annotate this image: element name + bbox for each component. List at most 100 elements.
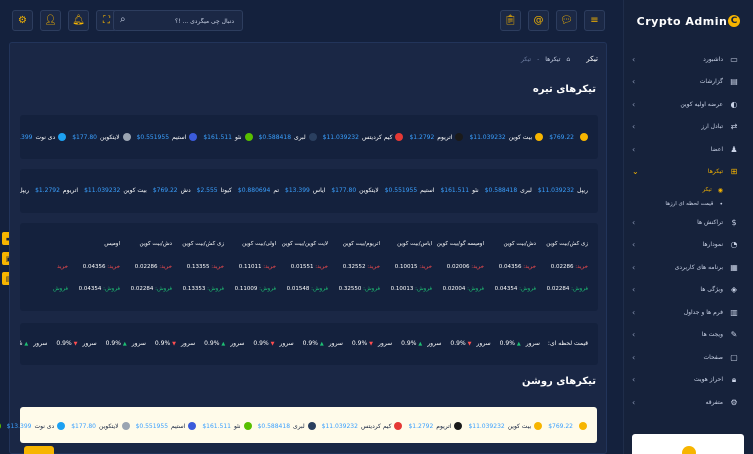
server-ticker-item[interactable]: سرور ▲0.9%	[497, 340, 540, 347]
ticker-item[interactable]: میت	[0, 422, 1, 430]
clipboard-button[interactable]: 📋︎	[500, 10, 521, 31]
ticker-item[interactable]: ریپل$11.039232	[20, 187, 29, 194]
ticker-item[interactable]: کیم کردیتس $11.039232	[323, 133, 404, 141]
ticker-coin-name: اتریوم	[436, 422, 452, 430]
ticker-icon: ⊞	[730, 167, 738, 177]
chevron-icon: ‹	[632, 144, 636, 154]
sidebar-item[interactable]: ‹ ویژگی ها ◈	[624, 279, 753, 302]
ticker-coin-name: استیم	[420, 187, 435, 194]
ticker-item[interactable]: ایاس $13.399	[285, 187, 325, 194]
chevron-icon: ‹	[632, 99, 636, 109]
ticker-item[interactable]: بیت کوین $11.039232	[84, 187, 147, 194]
ticker-item[interactable]: بیت کوین $11.039232	[468, 422, 543, 430]
pair-sell-cell: فروش: 0.32550	[328, 286, 380, 292]
ticker-item[interactable]: دش $769.22	[153, 187, 191, 194]
server-ticker-item[interactable]: سرور ▲0.9%	[103, 340, 146, 347]
brand-logo[interactable]: Crypto Admin C	[624, 0, 753, 42]
sidebar-item[interactable]: ‹ برنامه های کاربردی ▦	[624, 256, 753, 279]
ticker-item[interactable]: $769.22	[549, 133, 588, 141]
sidebar-item[interactable]: ‹ فرم ها و جداول ▥	[624, 301, 753, 324]
search-input[interactable]	[134, 15, 234, 27]
ticker-item[interactable]: لبری $0.588418	[259, 133, 317, 141]
ticker-coin-price: $13.399	[20, 133, 33, 141]
ticker-item[interactable]: بیت کوین $11.039232	[469, 133, 544, 141]
sidebar-item[interactable]: ‹ تبادل ارز ⇄	[624, 116, 753, 139]
sidebar-subitem[interactable]: قیمت لحظه ای ارزها •	[624, 197, 753, 211]
settings-button[interactable]: ⚙	[12, 10, 33, 31]
sidebar-item[interactable]: ‹ اعضا ♟	[624, 138, 753, 161]
mention-button[interactable]: @	[528, 10, 549, 31]
ticker-item[interactable]: لایتکوین $177.80	[331, 187, 378, 194]
chevron-icon: ‹	[632, 54, 636, 64]
sidebar-item-label: برنامه های کاربردی	[674, 263, 723, 271]
pair-buy-value: 0.02286	[550, 264, 574, 270]
arrow-up-icon: ▲	[122, 340, 127, 347]
sidebar-item[interactable]: ‹ احراز هویت 🔒︎	[624, 369, 753, 392]
floating-action-button[interactable]	[24, 446, 54, 454]
server-ticker-item[interactable]: سرور ▲0.9%	[201, 340, 244, 347]
chevron-icon: ‹	[632, 375, 636, 385]
server-ticker-item[interactable]: سرور ▲0.9%	[300, 340, 343, 347]
ticker-coin-price: $11.039232	[84, 187, 121, 194]
sidebar-item[interactable]: ‹ متفرقه ⚙	[624, 391, 753, 414]
ticker-item[interactable]: کیم کردیتس $11.039232	[322, 422, 403, 430]
server-ticker-item[interactable]: سرور ▼ 0.9%	[447, 340, 490, 347]
ticker-item[interactable]: نئو $161.511	[440, 187, 478, 194]
dollar-icon: $	[731, 217, 737, 227]
ticker-coin-name: کیوتا	[220, 187, 232, 194]
top-header: ⚙ 👤︎ 🔔︎ ⛶ ⌕ 📋︎ @ 💬︎ ≡	[0, 0, 623, 42]
ticker-item[interactable]: اتریوم $1.2792	[409, 133, 464, 141]
chevron-icon: ‹	[632, 217, 636, 227]
ticker-item[interactable]: ریپل$11.039232	[538, 187, 588, 194]
server-value: 0.9%	[105, 340, 121, 347]
sidebar-item[interactable]: ‹ گزارشات ▤	[624, 71, 753, 94]
ticker-item[interactable]: لبری $0.588418	[258, 422, 316, 430]
ticker-coin-name: ایاس	[312, 187, 326, 194]
sidebar-subitem-label: قیمت لحظه ای ارزها	[665, 201, 714, 207]
sidebar-item[interactable]: ‹ ویجت ها ✎	[624, 324, 753, 347]
sidebar-item[interactable]: ⌄ تیکرها ⊞	[624, 161, 753, 184]
server-ticker-item[interactable]: سرور ▼ 0.9%	[53, 340, 96, 347]
sidebar-item[interactable]: ‹ عرضه اولیه کوین ◐	[624, 93, 753, 116]
sidebar-subitem[interactable]: تیکر ◉	[624, 183, 753, 197]
ticker-item[interactable]: دی نوت$13.399	[20, 133, 67, 141]
coin-icon	[455, 133, 464, 141]
ticker-item[interactable]: $769.22	[548, 422, 587, 430]
pair-sell-value: 0.04354	[78, 286, 102, 292]
server-ticker-item[interactable]: سرور ▲0.9%	[398, 340, 441, 347]
home-icon[interactable]: ⌂	[566, 56, 570, 63]
ticker-item[interactable]: نئو $161.511	[203, 133, 253, 141]
server-name: سرور	[131, 340, 146, 347]
breadcrumb-link[interactable]: تیکرها	[545, 56, 560, 63]
ticker-item[interactable]: نئو $161.511	[202, 422, 252, 430]
ticker-item[interactable]: لبری $0.588418	[485, 187, 532, 194]
ticker-item[interactable]: کیوتا $2.555	[197, 187, 232, 194]
pair-sell-value: 0.01548	[286, 286, 310, 292]
profile-button[interactable]: 👤︎	[40, 10, 61, 31]
sidebar-item[interactable]: ‹ تراکنش ها $	[624, 211, 753, 234]
sidebar-item[interactable]: ‹ نمودارها ◔	[624, 234, 753, 257]
pair-sell-label: فروش	[52, 286, 68, 292]
sidebar-item[interactable]: ‹ داشبورد ▭	[624, 48, 753, 71]
notifications-button[interactable]: 🔔︎	[68, 10, 89, 31]
ticker-item[interactable]: لایتکوین $177.80	[72, 133, 131, 141]
ticker-item[interactable]: اتریوم $1.2792	[408, 422, 463, 430]
ticker-item[interactable]: اتریوم $1.2792	[35, 187, 78, 194]
ticker-item[interactable]: لایتکوین $177.80	[71, 422, 130, 430]
menu-toggle-button[interactable]: ≡	[584, 10, 605, 31]
server-ticker-item[interactable]: سرور ▼ 0.9%	[349, 340, 392, 347]
ticker-item[interactable]: استیم $0.551955	[136, 422, 197, 430]
server-ticker-item[interactable]: سرور ▲0.9%	[20, 340, 47, 347]
ticker-item[interactable]: استیم $0.551955	[137, 133, 198, 141]
ticker-item[interactable]: تم $0.880694	[238, 187, 279, 194]
ticker-item[interactable]: استیم $0.551955	[385, 187, 435, 194]
chat-button[interactable]: 💬︎	[556, 10, 577, 31]
ticker-item[interactable]: دی نوت$13.399	[7, 422, 66, 430]
exchange-icon: ⇄	[730, 122, 738, 132]
pair-sell-value: 0.11009	[234, 286, 258, 292]
server-ticker-item[interactable]: سرور ▼ 0.9%	[152, 340, 195, 347]
pairs-header-row: زی کش/بیت کوین دش/بیت کوین اومیسه گو/بیت ک…	[68, 241, 588, 247]
server-ticker-item[interactable]: سرور ▼ 0.9%	[250, 340, 293, 347]
sidebar-item[interactable]: ‹ صفحات ▢	[624, 346, 753, 369]
ticker-coin-price: $161.511	[202, 422, 231, 430]
